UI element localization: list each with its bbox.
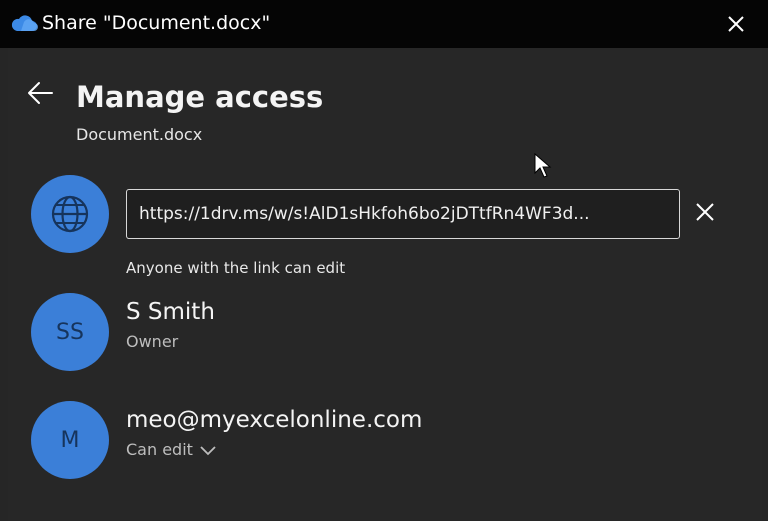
globe-icon [51,195,89,233]
chevron-down-icon [200,446,216,456]
avatar-initials: M [60,427,80,453]
remove-link-icon[interactable] [693,200,717,224]
page-title: Manage access [76,80,324,114]
close-icon[interactable] [724,12,748,36]
person-role: Owner [126,332,179,351]
share-link-field[interactable]: https://1drv.ms/w/s!AlD1sHkfoh6bo2jDTtfR… [126,189,680,239]
title-bar: Share "Document.docx" [0,0,768,48]
share-dialog: Share "Document.docx" Manage access Docu… [0,0,768,521]
permission-dropdown[interactable]: Can edit [126,439,217,461]
back-arrow-icon[interactable] [26,80,54,106]
link-permission-description: Anyone with the link can edit [126,259,346,277]
avatar-initials: SS [56,319,84,345]
dialog-body [8,48,762,521]
share-link-url: https://1drv.ms/w/s!AlD1sHkfoh6bo2jDTtfR… [139,204,590,224]
window-title: Share "Document.docx" [42,12,271,34]
permission-label: Can edit [126,440,193,459]
mouse-pointer-icon [534,153,552,178]
person-name: S Smith [126,299,215,325]
onedrive-cloud-icon [11,15,38,31]
avatar: M [31,401,109,479]
person-name: meo@myexcelonline.com [126,407,423,433]
link-avatar [31,175,109,253]
document-name: Document.docx [76,125,203,144]
avatar: SS [31,293,109,371]
